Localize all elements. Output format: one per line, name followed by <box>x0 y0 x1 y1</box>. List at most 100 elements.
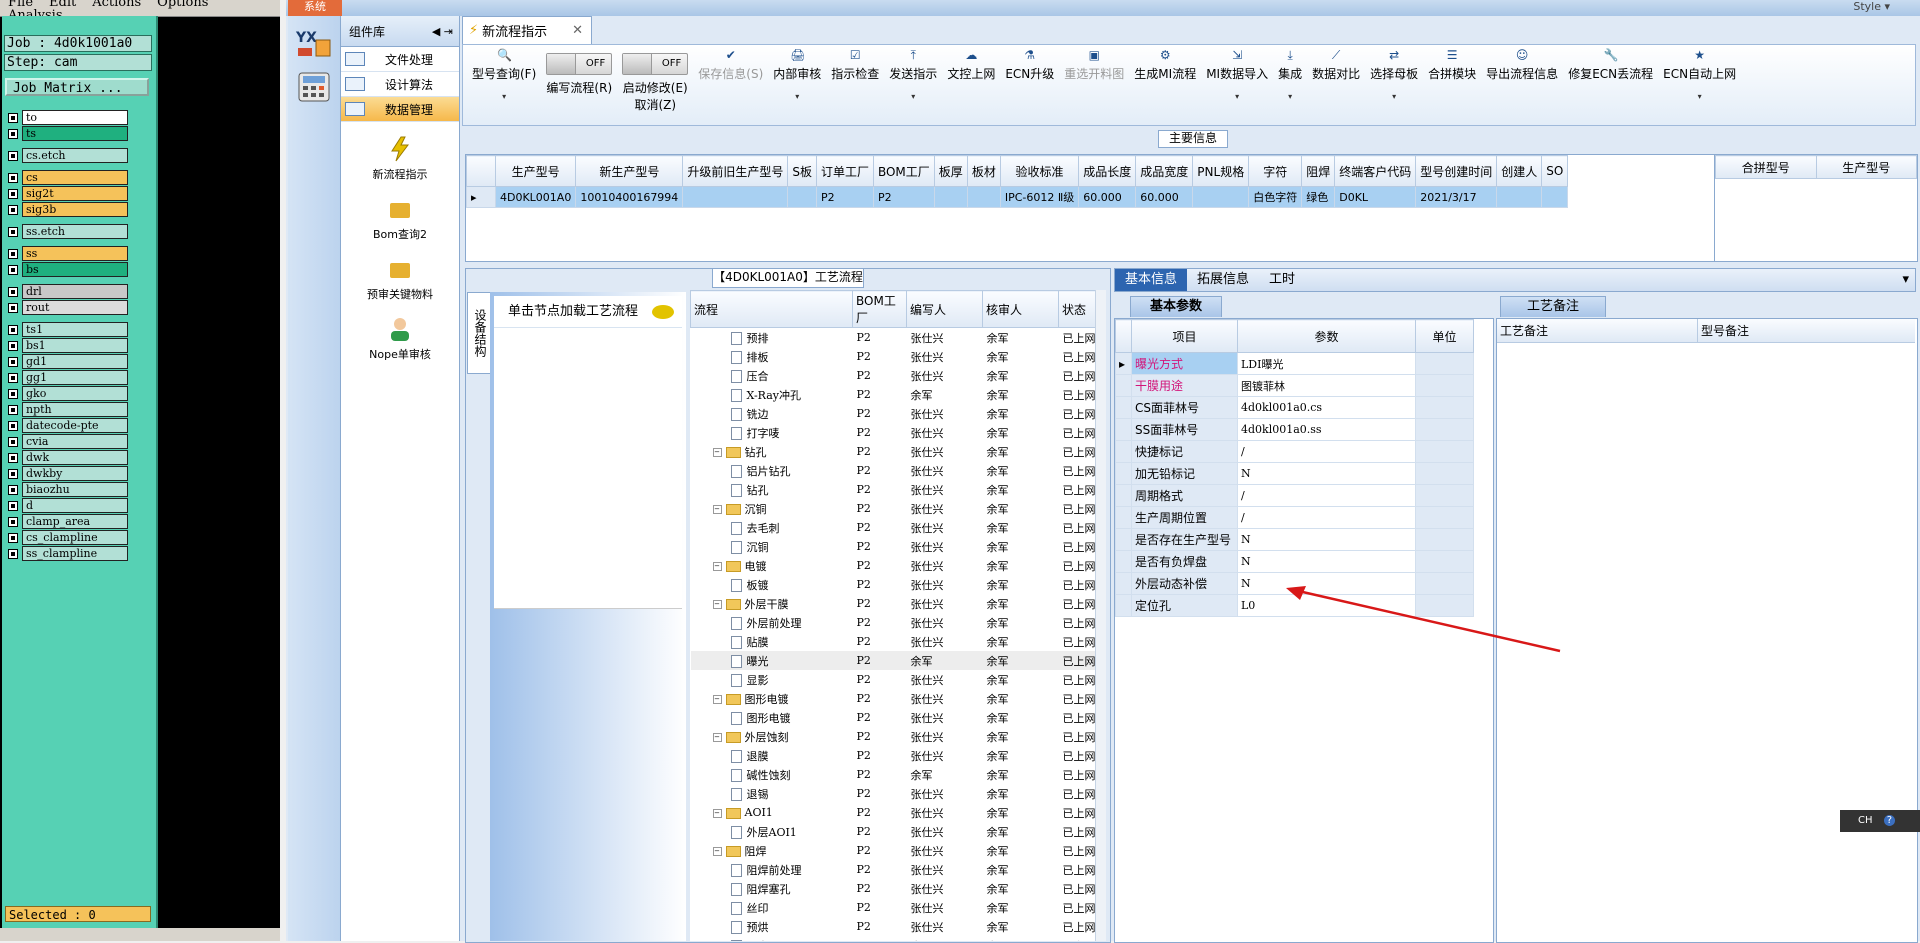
layer-checkbox[interactable] <box>8 468 18 479</box>
table-row[interactable]: ▸ 4D0KL001A0 10010400167994 P2 P2 IPC-6012 Ⅱ级… <box>466 186 1569 208</box>
param-row[interactable]: 周期格式 / <box>1115 484 1474 507</box>
tree-scrollbar[interactable] <box>1095 290 1106 941</box>
layer-checkbox[interactable] <box>8 420 18 431</box>
lib-item[interactable]: 文件处理 <box>341 47 459 72</box>
layer-checkbox[interactable] <box>8 150 18 161</box>
tree-row[interactable]: 预烘 P2 张仕兴 余军 已上网 <box>691 917 1103 936</box>
layer-checkbox[interactable] <box>8 324 18 335</box>
tree-row[interactable]: 打字唛 P2 张仕兴 余军 已上网 <box>691 423 1103 442</box>
layer-row[interactable]: cs_clampline <box>6 530 128 545</box>
param-value[interactable]: / <box>1237 506 1416 529</box>
basic-param-tab[interactable]: 基本参数 <box>1130 296 1222 317</box>
param-row[interactable]: SS面菲林号 4d0kl001a0.ss <box>1115 418 1474 441</box>
layer-checkbox[interactable] <box>8 356 18 367</box>
process-remark-tab[interactable]: 工艺备注 <box>1500 296 1606 317</box>
dropdown-arrow-icon[interactable]: ▾ <box>1698 92 1702 101</box>
column-header[interactable]: 验收标准 <box>999 155 1080 187</box>
tree-row[interactable]: − AOI1 P2 张仕兴 余军 已上网 <box>691 803 1103 822</box>
tree-row[interactable]: − 外层蚀刻 P2 张仕兴 余军 已上网 <box>691 727 1103 746</box>
column-header[interactable]: 合拼型号 <box>1715 155 1817 179</box>
layer-checkbox[interactable] <box>8 188 18 199</box>
column-header[interactable]: 终端客户代码 <box>1334 155 1417 187</box>
tree-node[interactable]: 板镀 <box>691 575 853 594</box>
layer-checkbox[interactable] <box>8 128 18 139</box>
dropdown-arrow-icon[interactable]: ▾ <box>502 92 506 101</box>
tree-node[interactable]: 退膜 <box>691 746 853 765</box>
ime-bar[interactable]: CH ? <box>1840 810 1920 832</box>
layer-checkbox[interactable] <box>8 248 18 259</box>
column-header[interactable]: 字符 <box>1248 155 1303 187</box>
param-row[interactable]: 是否有负焊盘 N <box>1115 550 1474 573</box>
column-header[interactable]: 流程 <box>690 290 853 328</box>
param-value[interactable]: LDI曝光 <box>1237 352 1416 375</box>
table-cell[interactable]: 白色字符 <box>1248 186 1303 208</box>
tree-row[interactable]: 外层AOI1 P2 张仕兴 余军 已上网 <box>691 822 1103 841</box>
layer-row[interactable]: ts <box>6 126 128 141</box>
collapse-icon[interactable]: − <box>712 562 722 571</box>
param-unit[interactable] <box>1415 374 1474 397</box>
table-cell[interactable] <box>1541 186 1569 208</box>
param-value[interactable]: N <box>1237 550 1416 573</box>
param-row[interactable]: CS面菲林号 4d0kl001a0.cs <box>1115 396 1474 419</box>
layer-checkbox[interactable] <box>8 112 18 123</box>
layer-row[interactable]: ss_clampline <box>6 546 128 561</box>
column-header[interactable]: 升级前旧生产型号 <box>682 155 789 187</box>
tree-node[interactable]: − 沉铜 <box>691 499 853 518</box>
tree-row[interactable]: 铝片钻孔 P2 张仕兴 余军 已上网 <box>691 461 1103 480</box>
tree-node[interactable]: 排板 <box>691 347 853 366</box>
tree-node[interactable]: 铣边 <box>691 404 853 423</box>
column-header[interactable]: 创建人 <box>1496 155 1543 187</box>
layer-row[interactable]: ss.etch <box>6 224 128 239</box>
param-row[interactable]: 是否存在生产型号 N <box>1115 528 1474 551</box>
tree-node[interactable]: 丝印 <box>691 898 853 917</box>
ribbon-button-7[interactable]: ⤒ 发送指示 ▾ <box>884 45 942 125</box>
ribbon-button-2[interactable]: OFF 编写流程(R) <box>541 45 617 125</box>
table-cell[interactable]: IPC-6012 Ⅱ级 <box>999 186 1080 208</box>
tree-node[interactable]: − 图形电镀 <box>691 689 853 708</box>
cad-menu-item[interactable]: Actions <box>92 0 141 9</box>
tree-row[interactable]: 沉铜 P2 张仕兴 余军 已上网 <box>691 537 1103 556</box>
layer-checkbox[interactable] <box>8 436 18 447</box>
tree-node[interactable]: − 外层干膜 <box>691 594 853 613</box>
layer-row[interactable]: clamp_area <box>6 514 128 529</box>
tree-row[interactable]: 图形电镀 P2 张仕兴 余军 已上网 <box>691 708 1103 727</box>
tree-node[interactable]: 显影 <box>691 670 853 689</box>
ribbon-button-5[interactable]: 🖨 内部审核 ▾ <box>768 45 826 125</box>
tree-node[interactable]: 图形电镀 <box>691 708 853 727</box>
tree-node[interactable]: 打字唛 <box>691 423 853 442</box>
dropdown-arrow-icon[interactable]: ▾ <box>795 92 799 101</box>
table-cell[interactable] <box>1192 186 1250 208</box>
ribbon-button-13[interactable]: ⤓ 集成 ▾ <box>1273 45 1307 125</box>
layer-row[interactable]: dwk <box>6 450 128 465</box>
param-value[interactable]: 4d0kl001a0.ss <box>1237 418 1416 441</box>
param-unit[interactable] <box>1415 484 1474 507</box>
layer-row[interactable]: bs <box>6 262 128 277</box>
tree-row[interactable]: 显影 P2 张仕兴 余军 已上网 <box>691 670 1103 689</box>
ribbon-button-3[interactable]: OFF 启动修改(E) 取消(Z) <box>617 45 693 125</box>
tree-row[interactable]: 板镀 P2 张仕兴 余军 已上网 <box>691 575 1103 594</box>
tool-item[interactable]: 预审关键物料 <box>341 256 459 302</box>
layer-checkbox[interactable] <box>8 516 18 527</box>
layer-row[interactable]: cvia <box>6 434 128 449</box>
ribbon-button-1[interactable]: 🔍 型号查询(F) ▾ <box>467 45 541 125</box>
column-header[interactable]: 参数 <box>1237 319 1416 353</box>
param-row[interactable]: 快捷标记 / <box>1115 440 1474 463</box>
tree-row[interactable]: 外层前处理 P2 张仕兴 余军 已上网 <box>691 613 1103 632</box>
layer-checkbox[interactable] <box>8 548 18 559</box>
column-header[interactable]: 新生产型号 <box>575 155 684 187</box>
param-row[interactable]: 生产周期位置 / <box>1115 506 1474 529</box>
tree-node[interactable]: 铝片钻孔 <box>691 461 853 480</box>
tab-info-1[interactable]: 基本信息 <box>1115 269 1188 291</box>
off-toggle[interactable]: OFF <box>622 53 689 75</box>
ribbon-button-8[interactable]: ☁ 文控上网 <box>942 45 1000 125</box>
ribbon-button-17[interactable]: ☺ 导出流程信息 <box>1481 45 1563 125</box>
table-cell[interactable]: 60.000 <box>1078 186 1137 208</box>
tree-node[interactable]: 曝光 <box>691 936 853 941</box>
column-header[interactable]: 阻焊 <box>1301 155 1336 187</box>
param-value[interactable]: 图镀菲林 <box>1237 374 1416 397</box>
ribbon-button-11[interactable]: ⚙ 生成MI流程 <box>1129 45 1201 125</box>
collapse-arrows-icon[interactable]: ◀ ⇥ <box>432 25 453 38</box>
tree-node[interactable]: 曝光 <box>690 651 853 670</box>
yx-logo-icon[interactable]: YX <box>294 26 334 60</box>
tree-row[interactable]: 排板 P2 张仕兴 余军 已上网 <box>691 347 1103 366</box>
